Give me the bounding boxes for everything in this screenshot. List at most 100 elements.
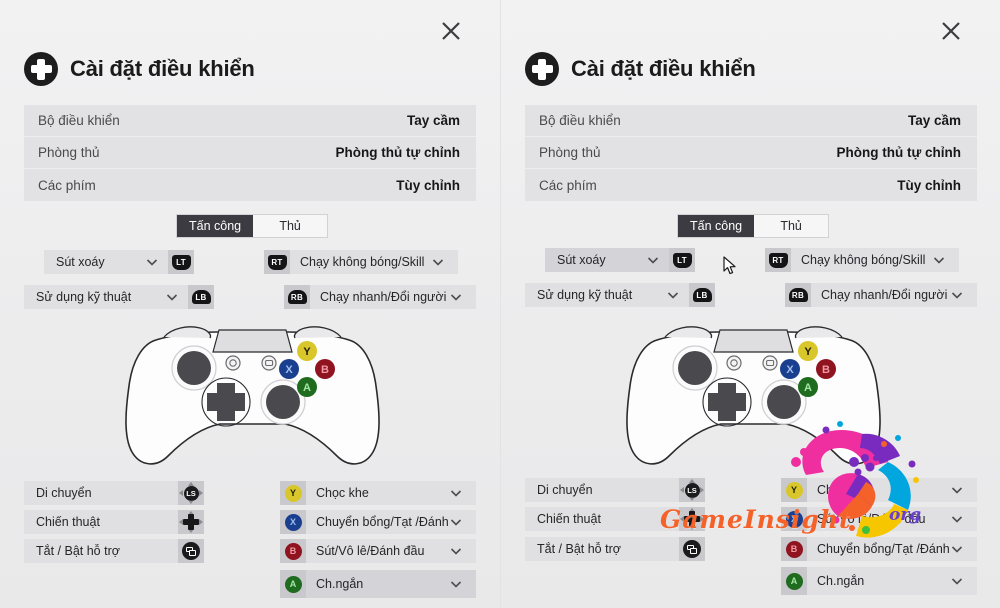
- x-button-icon: X: [785, 510, 803, 528]
- left-stick-icon: LS: [680, 479, 704, 501]
- chevron-down-icon: [665, 287, 681, 303]
- dropdown-face-a[interactable]: A Ch.ngắn: [781, 567, 977, 595]
- a-button-icon: A: [284, 575, 302, 593]
- tab-attack[interactable]: Tấn công: [177, 215, 254, 237]
- table-row[interactable]: Bộ điều khiển Tay cầm: [525, 105, 977, 137]
- panel-right: Cài đặt điều khiển Bộ điều khiển Tay cầm…: [500, 0, 1000, 608]
- left-bumper-icon: LB: [191, 290, 211, 304]
- tab-defense[interactable]: Thủ: [754, 215, 829, 237]
- dropdown-lb[interactable]: Sử dụng kỹ thuật LB: [525, 283, 715, 307]
- dropdown-label: Tắt / Bật hỗ trợ: [537, 542, 621, 556]
- close-icon[interactable]: [934, 14, 968, 48]
- dropdown-assist[interactable]: Tắt / Bật hỗ trợ: [525, 537, 705, 561]
- dropdown-face-b[interactable]: B Chuyển bổng/Tạt /Đánh d: [781, 537, 977, 561]
- dropdown-tactics[interactable]: Chiến thuật: [525, 507, 705, 531]
- b-button-icon: B: [284, 542, 302, 560]
- a-button-badge: A: [781, 567, 807, 595]
- dropdown-face-y[interactable]: Y Chọc khe: [781, 478, 977, 502]
- dropdown-label: Di chuyển: [36, 486, 92, 500]
- dropdown-label: Chạy không bóng/Skill: [300, 255, 425, 269]
- left-stick-icon: LS: [179, 482, 203, 504]
- dropdown-label: Sút/Vô lê/Đánh đầu: [817, 512, 926, 526]
- dropdown-label: Sử dụng kỹ thuật: [36, 290, 132, 304]
- dropdown-assist[interactable]: Tắt / Bật hỗ trợ: [24, 539, 204, 563]
- info-label: Bộ điều khiển: [38, 113, 120, 128]
- svg-text:B: B: [822, 364, 830, 376]
- chevron-down-icon: [448, 576, 464, 592]
- info-value: Phòng thủ tự chỉnh: [335, 145, 461, 160]
- dropdown-tactics[interactable]: Chiến thuật: [24, 510, 204, 534]
- svg-text:Y: Y: [303, 346, 311, 358]
- dropdown-face-b[interactable]: B Sút/Vô lê/Đánh đầu: [280, 539, 476, 563]
- info-value: Tay cầm: [907, 113, 961, 128]
- dropdown-rt[interactable]: RT Chạy không bóng/Skill: [264, 250, 458, 274]
- dropdown-label: Ch.ngắn: [316, 577, 364, 591]
- dropdown-label: Ch.ngắn: [817, 574, 865, 588]
- dropdown-rb[interactable]: RB Chạy nhanh/Đổi người đá: [785, 283, 977, 307]
- dropdown-face-x[interactable]: X Chuyển bổng/Tạt /Đánh d: [280, 510, 476, 534]
- left-stick-badge: LS: [178, 481, 204, 505]
- dpad-badge: [178, 510, 204, 534]
- chevron-down-icon: [164, 289, 180, 305]
- dropdown-lt[interactable]: Sút xoáy LT: [44, 250, 194, 274]
- chevron-down-icon: [949, 482, 965, 498]
- tab-defense[interactable]: Thủ: [253, 215, 328, 237]
- tab-attack[interactable]: Tấn công: [678, 215, 755, 237]
- dropdown-face-y[interactable]: Y Chọc khe: [280, 481, 476, 505]
- page-title: Cài đặt điều khiển: [70, 56, 255, 81]
- dropdown-label: Sút xoáy: [557, 253, 606, 267]
- table-row[interactable]: Bộ điều khiển Tay cầm: [24, 105, 476, 137]
- dropdown-label: Chiến thuật: [537, 512, 601, 526]
- dropdown-move[interactable]: Di chuyển LS: [525, 478, 705, 502]
- view-button-badge: [178, 539, 204, 563]
- table-row[interactable]: Phòng thủ Phòng thủ tự chỉnh: [525, 137, 977, 169]
- x-button-icon: X: [284, 513, 302, 531]
- x-button-badge: X: [280, 510, 306, 534]
- dropdown-face-a[interactable]: A Ch.ngắn: [280, 570, 476, 598]
- left-stick-badge: LS: [679, 478, 705, 502]
- right-trigger-icon: RT: [267, 254, 287, 270]
- dropdown-move[interactable]: Di chuyển LS: [24, 481, 204, 505]
- panel-left: Cài đặt điều khiển Bộ điều khiển Tay cầm…: [0, 0, 500, 608]
- dropdown-label: Sút/Vô lê/Đánh đầu: [316, 544, 425, 558]
- view-button-icon: [683, 540, 701, 558]
- dropdown-face-x[interactable]: X Sút/Vô lê/Đánh đầu: [781, 507, 977, 531]
- dropdown-label: Di chuyển: [537, 483, 593, 497]
- chevron-down-icon: [949, 541, 965, 557]
- dropdown-label: Sút xoáy: [56, 255, 105, 269]
- left-bumper-badge: LB: [689, 283, 715, 307]
- chevron-down-icon: [430, 254, 446, 270]
- table-row[interactable]: Các phím Tùy chỉnh: [24, 169, 476, 201]
- dropdown-label: Chọc khe: [316, 486, 369, 500]
- y-button-badge: Y: [781, 478, 807, 502]
- right-bumper-icon: RB: [788, 288, 808, 302]
- dpad-icon: [179, 511, 203, 533]
- chevron-down-icon: [448, 514, 464, 530]
- left-trigger-icon: LT: [672, 252, 692, 268]
- svg-text:Y: Y: [804, 346, 812, 358]
- right-trigger-icon: RT: [768, 252, 788, 268]
- mouse-cursor: [723, 256, 739, 276]
- close-icon[interactable]: [434, 14, 468, 48]
- dialog-header: Cài đặt điều khiển: [525, 52, 756, 86]
- y-button-icon: Y: [785, 481, 803, 499]
- right-bumper-icon: RB: [287, 290, 307, 304]
- table-row[interactable]: Phòng thủ Phòng thủ tự chỉnh: [24, 137, 476, 169]
- info-table: Bộ điều khiển Tay cầm Phòng thủ Phòng th…: [24, 105, 476, 201]
- dropdown-rt[interactable]: RT Chạy không bóng/Skill: [765, 248, 959, 272]
- dpad-logo-icon: [525, 52, 559, 86]
- info-label: Các phím: [38, 177, 96, 193]
- dropdown-label: Chuyển bổng/Tạt /Đánh d: [817, 542, 949, 556]
- info-value: Tùy chỉnh: [396, 177, 460, 193]
- table-row[interactable]: Các phím Tùy chỉnh: [525, 169, 977, 201]
- dropdown-label: Chiến thuật: [36, 515, 100, 529]
- left-trigger-badge: LT: [669, 248, 695, 272]
- chevron-down-icon: [448, 289, 464, 305]
- dropdown-lt[interactable]: Sút xoáy LT: [545, 248, 695, 272]
- left-trigger-badge: LT: [168, 250, 194, 274]
- info-value: Tay cầm: [406, 113, 460, 128]
- dpad-badge: [679, 507, 705, 531]
- chevron-down-icon: [931, 252, 947, 268]
- svg-text:X: X: [786, 364, 794, 376]
- dialog-header: Cài đặt điều khiển: [24, 52, 255, 86]
